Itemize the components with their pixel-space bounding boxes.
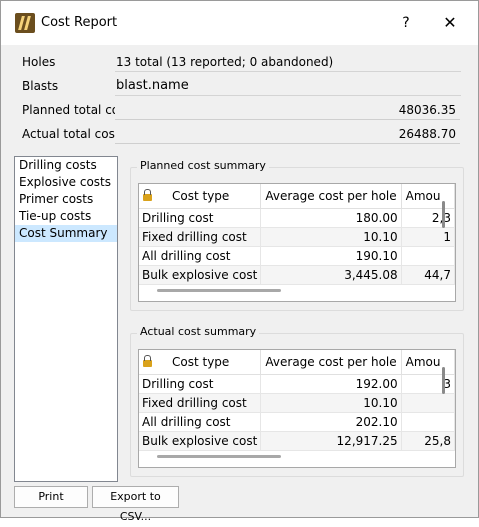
sidebar-item-drilling-costs[interactable]: Drilling costs — [15, 157, 117, 174]
average-cell: 3,445.08 — [260, 265, 402, 285]
cost-type-cell: Fixed drilling cost — [139, 393, 262, 413]
vertical-scrollbar[interactable] — [442, 367, 445, 394]
actual-group-title: Actual cost summary — [137, 325, 260, 338]
sidebar-item-cost-summary[interactable]: Cost Summary — [15, 225, 117, 242]
table-row[interactable]: Drilling cost 180.00 2,3 — [139, 208, 455, 228]
holes-value: 13 total (13 reported; 0 abandoned) — [115, 53, 461, 72]
table-row[interactable]: Fixed drilling cost 10.10 — [139, 393, 455, 413]
table-row[interactable]: Drilling cost 192.00 3 — [139, 374, 455, 394]
cost-type-cell: Drilling cost — [139, 374, 262, 394]
export-csv-button[interactable]: Export to CSV... — [92, 486, 179, 523]
average-cell: 10.10 — [260, 393, 402, 413]
average-cell: 192.00 — [260, 374, 402, 394]
actual-total-value: 26488.70 — [115, 125, 460, 144]
amount-cell: 1 — [401, 227, 455, 247]
column-header-amount[interactable]: Amou — [401, 184, 455, 209]
table-header-row: Cost type Average cost per hole Amou — [139, 350, 455, 375]
actual-total-label: Actual total cost — [22, 127, 120, 141]
planned-total-value: 48036.35 — [115, 101, 460, 120]
section-list: Drilling costs Explosive costs Primer co… — [14, 156, 118, 482]
cost-type-cell: Bulk explosive cost — [139, 431, 262, 451]
lock-icon — [143, 189, 152, 201]
cost-type-cell: Drilling cost — [139, 208, 262, 228]
cost-type-cell: Fixed drilling cost — [139, 227, 262, 247]
sidebar-item-primer-costs[interactable]: Primer costs — [15, 191, 117, 208]
average-cell: 180.00 — [260, 208, 402, 228]
table-header-row: Cost type Average cost per hole Amou — [139, 184, 455, 209]
title-bar: Cost Report ? ✕ — [1, 1, 478, 45]
planned-cost-summary-group: Planned cost summary Cost type Average c… — [130, 159, 464, 311]
column-header-amount[interactable]: Amou — [401, 350, 455, 375]
lock-icon — [143, 355, 152, 367]
amount-cell — [401, 393, 455, 413]
vertical-scrollbar[interactable] — [442, 201, 445, 228]
holes-label: Holes — [22, 55, 56, 69]
cost-type-cell: Bulk explosive cost — [139, 265, 262, 285]
average-cell: 202.10 — [260, 412, 402, 432]
sidebar-item-explosive-costs[interactable]: Explosive costs — [15, 174, 117, 191]
planned-cost-table: Cost type Average cost per hole Amou Dri… — [138, 183, 456, 302]
cost-report-window: Cost Report ? ✕ Holes 13 total (13 repor… — [0, 0, 479, 523]
table-row[interactable]: Bulk explosive cost 3,445.08 44,7 — [139, 265, 455, 285]
planned-total-label: Planned total cost — [22, 103, 131, 117]
blasts-label: Blasts — [22, 79, 59, 93]
amount-cell — [401, 246, 455, 266]
actual-cost-table: Cost type Average cost per hole Amou Dri… — [138, 349, 456, 468]
help-button[interactable]: ? — [394, 11, 418, 35]
amount-cell: 2,3 — [401, 208, 455, 228]
actual-cost-summary-group: Actual cost summary Cost type Average co… — [130, 325, 464, 477]
amount-cell: 3 — [401, 374, 455, 394]
average-cell: 12,917.25 — [260, 431, 402, 451]
table-row[interactable]: Bulk explosive cost 12,917.25 25,8 — [139, 431, 455, 451]
print-button[interactable]: Print — [14, 486, 88, 508]
amount-cell — [401, 412, 455, 432]
window-title: Cost Report — [41, 15, 118, 30]
horizontal-scrollbar[interactable] — [157, 289, 281, 292]
app-logo-icon — [15, 13, 35, 33]
column-header-average[interactable]: Average cost per hole — [260, 184, 402, 209]
column-header-cost-type[interactable]: Cost type — [139, 350, 262, 375]
amount-cell: 25,8 — [401, 431, 455, 451]
amount-cell: 44,7 — [401, 265, 455, 285]
table-row[interactable]: All drilling cost 190.10 — [139, 246, 455, 266]
average-cell: 10.10 — [260, 227, 402, 247]
cost-type-cell: All drilling cost — [139, 246, 262, 266]
cost-type-cell: All drilling cost — [139, 412, 262, 432]
blasts-value: blast.name — [115, 77, 461, 96]
close-button[interactable]: ✕ — [436, 11, 464, 35]
horizontal-scrollbar[interactable] — [157, 455, 281, 458]
table-row[interactable]: Fixed drilling cost 10.10 1 — [139, 227, 455, 247]
planned-group-title: Planned cost summary — [137, 159, 269, 172]
average-cell: 190.10 — [260, 246, 402, 266]
column-header-average[interactable]: Average cost per hole — [260, 350, 402, 375]
table-row[interactable]: All drilling cost 202.10 — [139, 412, 455, 432]
sidebar-item-tie-up-costs[interactable]: Tie-up costs — [15, 208, 117, 225]
column-header-cost-type[interactable]: Cost type — [139, 184, 262, 209]
